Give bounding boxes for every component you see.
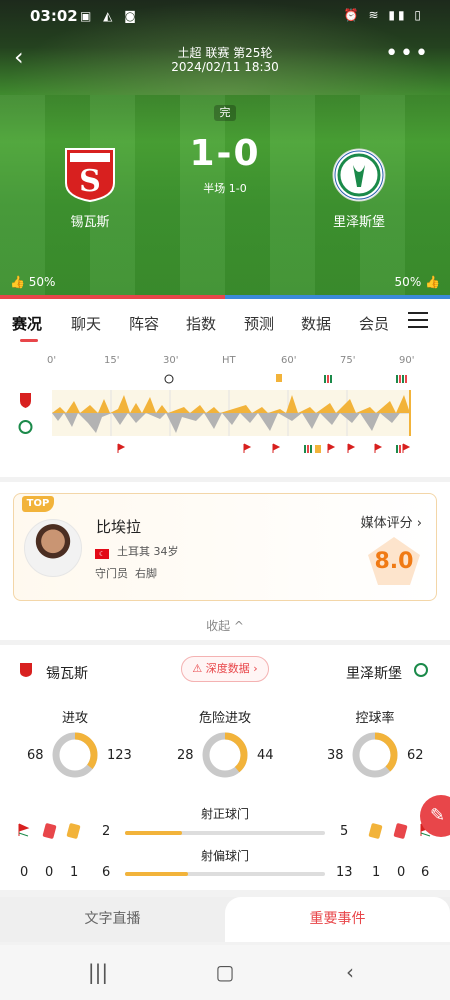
player-nationality: ☾ 土耳其 34岁	[95, 543, 179, 559]
away-red-cards: 0	[397, 865, 406, 880]
shots-off-away: 13	[336, 865, 353, 880]
away-team-name[interactable]: 里泽斯堡	[309, 211, 409, 230]
tab-odds[interactable]: 指数	[186, 313, 216, 334]
red-card-icon	[42, 822, 57, 840]
attack-away: 123	[107, 748, 132, 763]
player-age: 34岁	[153, 545, 179, 558]
shots-on-bar	[125, 831, 325, 835]
bottom-tab-bar: 文字直播 重要事件	[0, 897, 450, 942]
match-header: 03:02 ▣ ◭ ◙ ⏰ ≋ ▮▮ ▯ ‹ ••• 土超 联赛 第25轮 20…	[0, 0, 450, 295]
tab-member[interactable]: 会员	[359, 313, 389, 334]
stats-panel: 锡瓦斯 ⚠ 深度数据 › 里泽斯堡 进攻 68 123 危险进攻 28 44 控…	[0, 645, 450, 890]
menu-icon[interactable]	[408, 312, 428, 328]
media-rating-link[interactable]: 媒体评分 ›	[361, 512, 422, 531]
home-team-logo[interactable]: S	[62, 145, 118, 203]
notification-icons: ▣ ◭ ◙	[80, 9, 140, 23]
system-icons: ⏰ ≋ ▮▮ ▯	[343, 8, 424, 22]
tab-text-live[interactable]: 文字直播	[0, 897, 225, 942]
home-team-small-logo	[20, 663, 32, 677]
player-country: 土耳其	[117, 545, 150, 558]
active-tab-indicator	[20, 339, 38, 342]
tab-chat[interactable]: 聊天	[71, 313, 101, 334]
danger-attack-label: 危险进攻	[198, 711, 251, 726]
away-team-logo[interactable]	[331, 145, 387, 203]
possession-label: 控球率	[355, 711, 395, 726]
thumbs-up-icon: 👍	[425, 275, 440, 289]
home-like[interactable]: 👍 50%	[10, 275, 55, 289]
attack-home: 68	[27, 748, 44, 763]
tab-bar: 赛况 聊天 阵容 指数 预测 数据 会员	[0, 299, 450, 347]
collapse-button[interactable]: 收起 ^	[0, 617, 450, 634]
top-badge: TOP	[22, 496, 54, 512]
stats-home-team: 锡瓦斯	[46, 666, 88, 682]
away-yellow-cards: 1	[372, 865, 381, 880]
edit-icon: ✎	[430, 805, 446, 826]
danger-attack-ring	[202, 732, 248, 778]
player-role: 守门员 右脚	[95, 565, 157, 581]
home-like-percent: 50%	[28, 275, 56, 289]
corner-flag-icon	[18, 823, 30, 837]
away-like[interactable]: 50% 👍	[395, 275, 440, 289]
thumbs-up-icon: 👍	[10, 275, 25, 289]
shots-off-label: 射偏球门	[200, 849, 249, 863]
shots-off-bar	[125, 872, 325, 876]
yellow-card-icon	[66, 822, 81, 840]
yellow-card-icon	[368, 822, 383, 840]
shots-off-home: 6	[102, 865, 111, 880]
player-avatar[interactable]	[24, 519, 82, 577]
red-card-icon	[393, 822, 408, 840]
possession-away: 62	[407, 748, 424, 763]
home-team-name[interactable]: 锡瓦斯	[40, 211, 140, 230]
clock: 03:02	[30, 7, 78, 25]
attack-ring	[52, 732, 98, 778]
possession-ring	[352, 732, 398, 778]
away-corners: 6	[421, 865, 430, 880]
shots-on-fill	[125, 831, 183, 835]
player-position: 守门员	[95, 567, 128, 580]
tab-data[interactable]: 数据	[301, 313, 331, 334]
attack-label: 进攻	[61, 711, 88, 726]
deep-data-button[interactable]: ⚠ 深度数据 ›	[181, 656, 269, 682]
home-team-mini-logo	[20, 393, 31, 408]
system-nav-bar: ||| ▢ ‹	[0, 945, 450, 1000]
match-datetime: 2024/02/11 18:30	[171, 60, 279, 74]
player-rating: 8.0	[374, 549, 414, 574]
possession-home: 38	[327, 748, 344, 763]
svg-text:S: S	[79, 164, 101, 199]
home-red-cards: 0	[45, 865, 54, 880]
home-events	[164, 374, 407, 384]
away-events	[117, 443, 411, 453]
tab-lineup[interactable]: 阵容	[129, 313, 159, 334]
away-team-mini-logo	[18, 420, 33, 434]
stats-away-team: 里泽斯堡	[346, 666, 402, 682]
turkey-flag-icon: ☾	[95, 549, 109, 559]
player-foot: 右脚	[135, 567, 157, 580]
danger-attack-home: 28	[177, 748, 194, 763]
shots-off-fill	[125, 872, 189, 876]
home-yellow-cards: 1	[70, 865, 79, 880]
status-bar: 03:02 ▣ ◭ ◙ ⏰ ≋ ▮▮ ▯	[0, 0, 450, 32]
deep-data-label: 深度数据 ›	[205, 662, 258, 675]
danger-attack-away: 44	[257, 748, 274, 763]
tab-live[interactable]: 赛况	[12, 313, 42, 334]
back-nav-icon[interactable]: ‹	[335, 959, 365, 985]
warning-icon: ⚠	[192, 662, 203, 675]
shots-on-home: 2	[102, 824, 111, 839]
match-state-badge: 完	[214, 105, 236, 121]
league-round: 土超 联赛 第25轮	[177, 46, 273, 60]
home-corners: 0	[20, 865, 29, 880]
tab-key-events[interactable]: 重要事件	[225, 897, 450, 942]
tab-prediction[interactable]: 预测	[244, 313, 274, 334]
match-timeline: 0' 15' 30' HT 60' 75' 90'	[0, 347, 450, 477]
shots-on-away: 5	[340, 824, 349, 839]
away-team-small-logo	[414, 663, 428, 677]
recent-apps-icon[interactable]: |||	[83, 959, 113, 985]
home-icon[interactable]: ▢	[210, 959, 240, 985]
away-like-percent: 50%	[394, 275, 422, 289]
shots-on-label: 射正球门	[200, 807, 249, 821]
player-name: 比埃拉	[96, 518, 142, 536]
momentum-chart	[18, 374, 411, 453]
